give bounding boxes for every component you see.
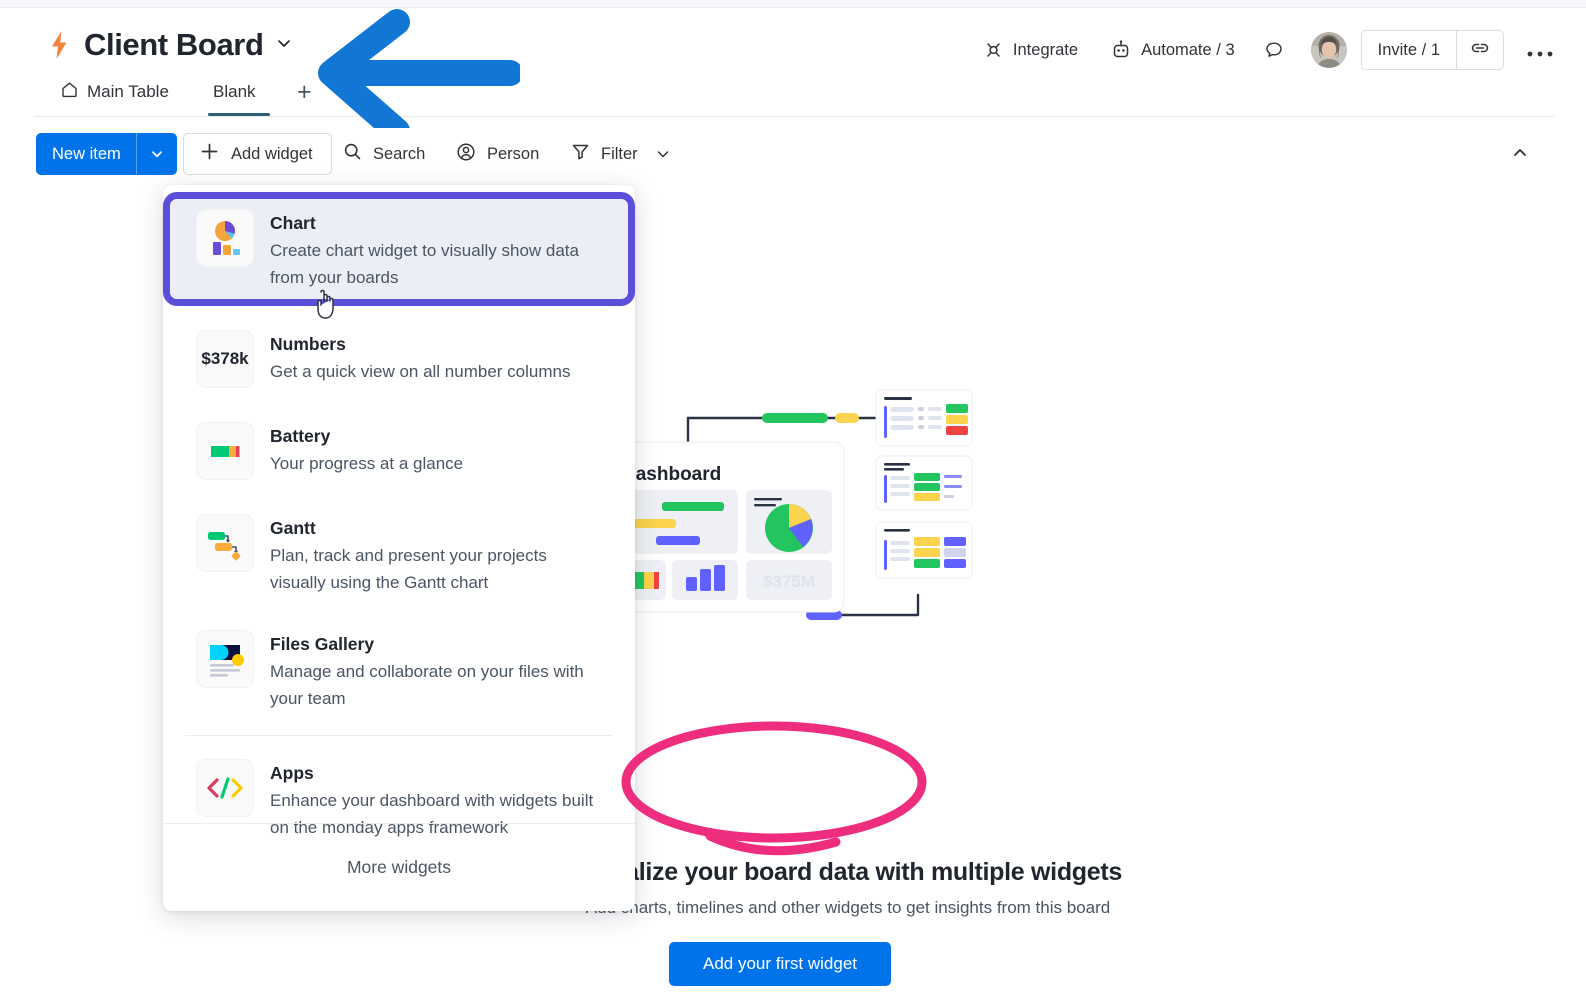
new-item-label: New item	[52, 144, 121, 163]
automate-label: Automate / 3	[1141, 40, 1235, 59]
add-widget-button[interactable]: Add widget	[183, 133, 332, 175]
widget-description: Create chart widget to visually show dat…	[270, 241, 579, 287]
widget-description: Plan, track and present your projects vi…	[270, 546, 547, 592]
widget-menu-item-numbers[interactable]: $378k Numbers Get a quick view on all nu…	[163, 313, 635, 405]
kebab-menu-icon	[1526, 40, 1556, 60]
widget-title: Files Gallery	[270, 634, 375, 654]
invite-group: Invite / 1	[1360, 30, 1504, 70]
avatar[interactable]	[1310, 32, 1347, 68]
header-actions: Integrate Automate / 3 Invite / 1	[967, 30, 1566, 70]
mouse-cursor-icon	[312, 288, 342, 327]
widget-menu-item-text: Chart Create chart widget to visually sh…	[270, 209, 595, 291]
new-item-button[interactable]: New item	[36, 133, 177, 175]
board-header: Client Board Integrate Automate / 3 Invi…	[0, 8, 1586, 76]
widget-menu-item-gantt[interactable]: Gantt Plan, track and present your proje…	[163, 497, 635, 613]
dashboard-illustration: Dashboard $375M	[600, 380, 1030, 630]
widget-menu-item-text: Gantt Plan, track and present your proje…	[270, 514, 595, 596]
add-widget-label: Add widget	[231, 144, 313, 163]
add-tab-button[interactable]: +	[297, 72, 312, 112]
chevron-down-icon[interactable]	[274, 33, 294, 58]
board-toolbar: New item Add widget Search Person Filter	[0, 130, 1586, 182]
files-gallery-widget-icon	[196, 630, 254, 688]
tabs-divider	[34, 116, 1554, 117]
page-title: Client Board	[84, 27, 264, 62]
chevron-down-icon[interactable]	[137, 146, 177, 162]
widget-title: Battery	[270, 426, 331, 446]
add-widget-dropdown: Chart Create chart widget to visually sh…	[163, 185, 635, 911]
widget-menu-item-text: Files Gallery Manage and collaborate on …	[270, 630, 595, 712]
integrate-label: Integrate	[1012, 40, 1079, 59]
widget-title: Chart	[270, 213, 316, 233]
view-tabs: Main Table Blank +	[0, 72, 1586, 117]
widget-menu-item-chart[interactable]: Chart Create chart widget to visually sh…	[163, 185, 635, 313]
app-root: Client Board Integrate Automate / 3 Invi…	[0, 0, 1586, 995]
widget-menu-item-battery[interactable]: Battery Your progress at a glance	[163, 405, 635, 497]
funnel-icon	[570, 141, 591, 167]
link-icon	[1469, 38, 1491, 63]
invite-link-button[interactable]	[1457, 31, 1503, 69]
illustration-dashboard-label: Dashboard	[622, 464, 721, 485]
widget-description: Your progress at a glance	[270, 454, 464, 473]
home-icon	[60, 80, 79, 104]
search-button[interactable]: Search	[342, 133, 425, 175]
add-first-widget-button[interactable]: Add your first widget	[669, 942, 891, 986]
more-options-button[interactable]	[1504, 40, 1566, 60]
magnifier-icon	[342, 141, 363, 167]
lightning-bolt-icon	[48, 30, 70, 60]
widget-title: Apps	[270, 763, 314, 783]
integrate-button[interactable]: Integrate	[967, 33, 1094, 67]
numbers-icon-value: $378k	[201, 349, 249, 368]
more-widgets-button[interactable]: More widgets	[163, 823, 635, 911]
speech-bubble-icon	[1263, 39, 1285, 61]
illustration-number-value: $375M	[763, 572, 815, 591]
tab-label-blank: Blank	[213, 82, 256, 101]
widget-title: Numbers	[270, 334, 346, 354]
comments-button[interactable]	[1251, 33, 1297, 67]
widget-description: Get a quick view on all number columns	[270, 362, 571, 381]
battery-widget-icon	[196, 422, 254, 480]
chevron-up-icon	[1509, 149, 1531, 168]
search-label: Search	[373, 144, 426, 163]
sidebar-item-main-table[interactable]: Main Table	[60, 72, 169, 112]
chevron-down-icon[interactable]	[654, 145, 672, 163]
chart-widget-icon	[196, 209, 254, 267]
widget-menu-divider	[185, 735, 613, 736]
widget-menu-list: Chart Create chart widget to visually sh…	[163, 185, 635, 858]
gantt-widget-icon	[196, 514, 254, 572]
automate-button[interactable]: Automate / 3	[1094, 33, 1251, 67]
robot-icon	[1110, 39, 1132, 61]
filter-label: Filter	[601, 144, 638, 163]
filter-button[interactable]: Filter	[570, 133, 672, 175]
collapse-toolbar-button[interactable]	[1509, 142, 1531, 169]
widget-menu-item-files-gallery[interactable]: Files Gallery Manage and collaborate on …	[163, 613, 635, 729]
tab-label-main-table: Main Table	[87, 82, 169, 101]
plus-icon	[199, 141, 220, 167]
apps-widget-icon	[196, 759, 254, 817]
widget-menu-item-text: Battery Your progress at a glance	[270, 422, 463, 477]
widget-description: Manage and collaborate on your files wit…	[270, 662, 584, 708]
integrate-icon	[983, 40, 1004, 61]
person-label: Person	[487, 144, 540, 163]
person-circle-icon	[455, 141, 477, 168]
tab-blank[interactable]: Blank	[213, 72, 256, 112]
widget-title: Gantt	[270, 518, 316, 538]
person-filter-button[interactable]: Person	[455, 133, 539, 175]
widget-menu-item-text: Numbers Get a quick view on all number c…	[270, 330, 570, 385]
board-brand: Client Board	[48, 28, 294, 62]
invite-button[interactable]: Invite / 1	[1362, 31, 1457, 69]
numbers-widget-icon: $378k	[196, 330, 254, 388]
